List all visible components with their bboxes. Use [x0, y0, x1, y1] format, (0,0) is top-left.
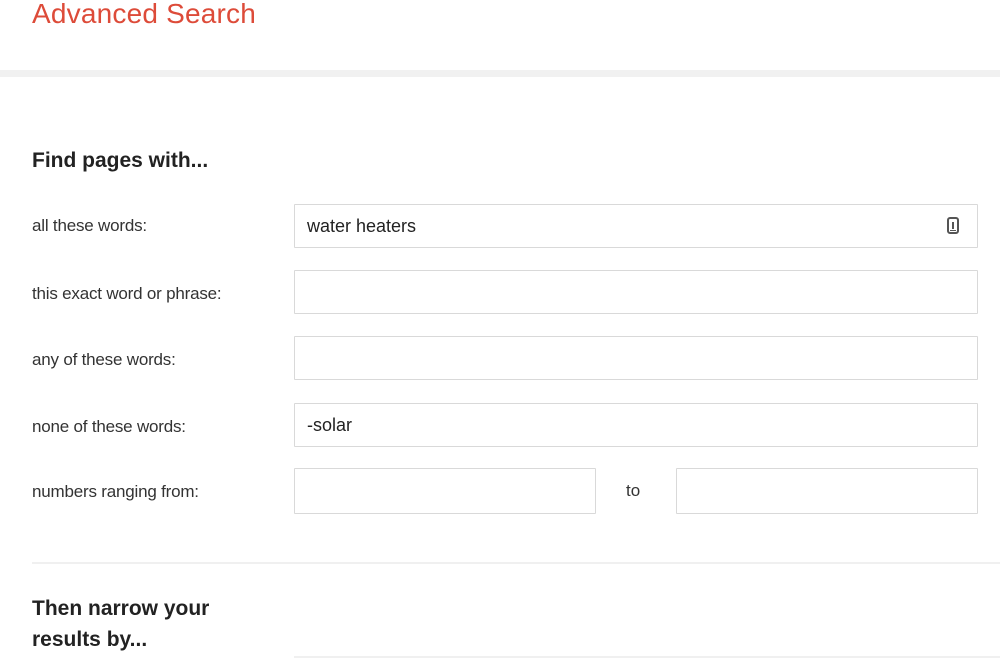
none-of-these-words-input[interactable]	[295, 404, 927, 446]
none-of-these-words-field[interactable]	[294, 403, 978, 447]
page-title: Advanced Search	[32, 0, 257, 29]
exact-phrase-input[interactable]	[295, 271, 927, 313]
all-these-words-label: all these words:	[32, 216, 147, 235]
header-divider	[0, 70, 1000, 77]
range-to-label: to	[626, 481, 641, 500]
any-of-these-words-field[interactable]	[294, 336, 978, 380]
range-to-input[interactable]	[677, 469, 969, 513]
range-from-field[interactable]	[294, 468, 596, 514]
narrow-section-divider	[294, 656, 1000, 658]
exact-phrase-label: this exact word or phrase:	[32, 284, 222, 303]
all-these-words-field[interactable]	[294, 204, 978, 248]
range-to-field[interactable]	[676, 468, 978, 514]
narrow-results-heading: Then narrow your results by...	[32, 597, 210, 651]
range-from-input[interactable]	[295, 469, 587, 513]
exact-phrase-field[interactable]	[294, 270, 978, 314]
any-of-these-words-label: any of these words:	[32, 350, 176, 369]
section-divider	[32, 562, 1000, 564]
none-of-these-words-label: none of these words:	[32, 417, 186, 436]
keyboard-icon[interactable]	[947, 217, 959, 234]
numbers-range-label: numbers ranging from:	[32, 482, 199, 501]
any-of-these-words-input[interactable]	[295, 337, 927, 379]
find-pages-heading: Find pages with...	[32, 149, 209, 172]
all-these-words-input[interactable]	[295, 205, 927, 247]
